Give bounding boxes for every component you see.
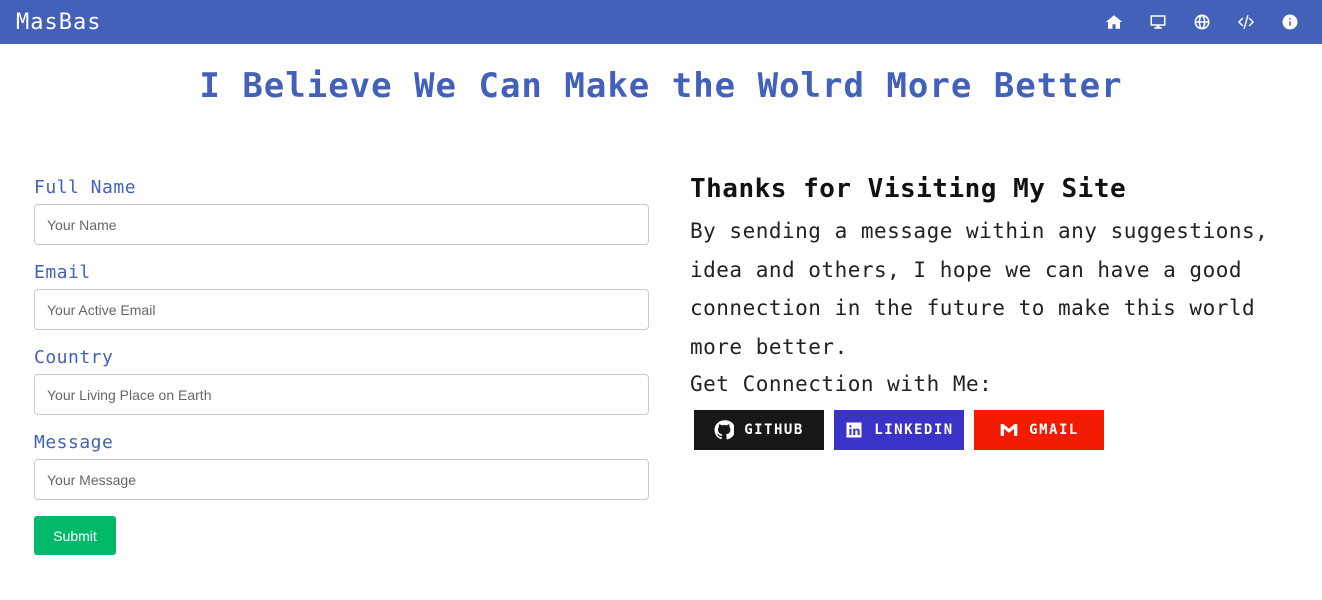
linkedin-label: LINKEDIN — [874, 422, 954, 438]
contact-form: Full Name Email Country Message Submit — [34, 176, 649, 555]
gmail-button[interactable]: GMAIL — [974, 410, 1104, 450]
github-label: GITHUB — [744, 422, 804, 438]
social-links: GITHUB LINKEDIN GMAIL — [694, 410, 1310, 450]
email-label: Email — [34, 262, 91, 283]
brand-logo[interactable]: MasBas — [16, 10, 101, 35]
country-label: Country — [34, 347, 114, 368]
full-name-label: Full Name — [34, 177, 137, 198]
page-headline: I Believe We Can Make the Wolrd More Bet… — [199, 66, 1123, 106]
home-icon[interactable] — [1100, 8, 1128, 36]
message-label: Message — [34, 432, 114, 453]
info-title: Thanks for Visiting My Site — [690, 174, 1127, 204]
github-button[interactable]: GITHUB — [694, 410, 824, 450]
connect-label: Get Connection with Me: — [690, 372, 993, 396]
message-input[interactable] — [34, 459, 649, 500]
globe-icon[interactable] — [1188, 8, 1216, 36]
country-input[interactable] — [34, 374, 649, 415]
desktop-icon[interactable] — [1144, 8, 1172, 36]
linkedin-icon — [846, 422, 862, 438]
email-input[interactable] — [34, 289, 649, 330]
gmail-label: GMAIL — [1029, 422, 1079, 438]
gmail-icon — [1000, 424, 1018, 436]
navbar: MasBas — [0, 0, 1322, 44]
info-text: By sending a message within any suggesti… — [690, 219, 1269, 359]
code-icon[interactable] — [1232, 8, 1260, 36]
info-section: Thanks for Visiting My Site By sending a… — [690, 174, 1310, 450]
submit-button[interactable]: Submit — [34, 516, 116, 555]
full-name-input[interactable] — [34, 204, 649, 245]
nav-icons — [1100, 8, 1306, 36]
github-icon — [714, 420, 735, 440]
info-icon[interactable] — [1276, 8, 1304, 36]
linkedin-button[interactable]: LINKEDIN — [834, 410, 964, 450]
